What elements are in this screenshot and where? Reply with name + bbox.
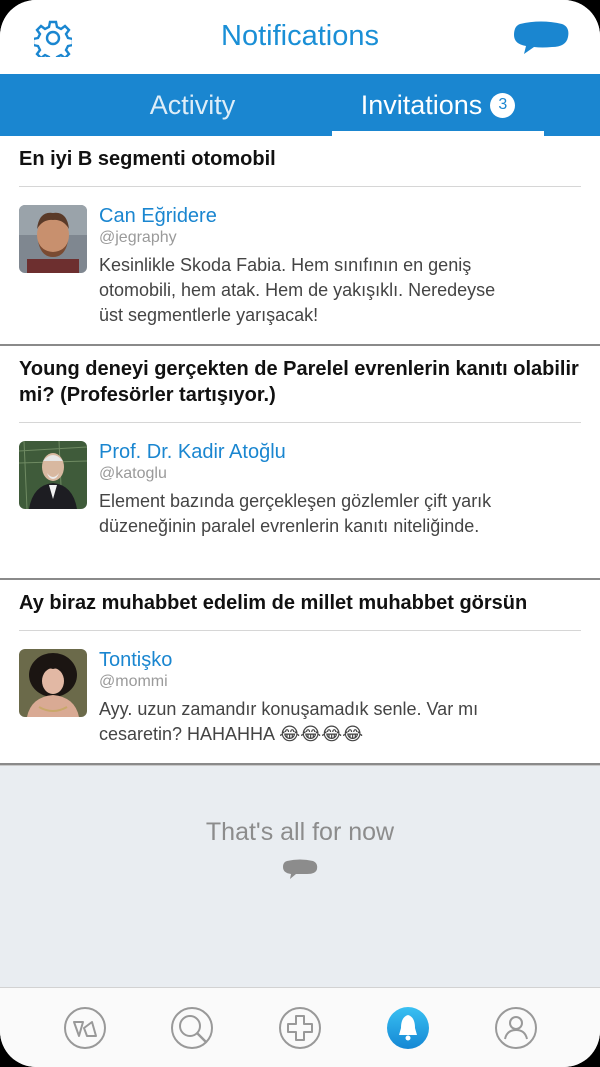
topic-title[interactable]: Young deneyi gerçekten de Parelel evrenl… (0, 346, 600, 422)
page-title: Notifications (221, 20, 379, 52)
tab-label: Activity (149, 89, 236, 120)
app-screen: Notifications Activity Invitations 3 En … (0, 0, 600, 1067)
chat-bubble-icon (282, 858, 318, 880)
avatar[interactable] (19, 441, 87, 509)
topic-card[interactable]: Ay biraz muhabbet edelim de millet muhab… (0, 580, 600, 765)
top-bar: Notifications (0, 0, 600, 74)
profile-icon[interactable] (494, 1006, 538, 1050)
author-handle[interactable]: @jegraphy (99, 229, 581, 247)
tab-bar: Activity Invitations 3 (0, 74, 600, 136)
end-message: That's all for now (205, 818, 395, 846)
post: Tontişko @mommi Ayy. uzun zamandır konuş… (0, 631, 600, 769)
topic-title[interactable]: Ay biraz muhabbet edelim de millet muhab… (0, 580, 600, 630)
author-handle[interactable]: @mommi (99, 673, 581, 691)
post-text: Kesinlikle Skoda Fabia. Hem sınıfının en… (99, 255, 496, 325)
end-of-feed: That's all for now (0, 765, 600, 987)
add-icon[interactable] (278, 1006, 322, 1050)
tab-activity[interactable]: Activity (50, 74, 335, 136)
author-name[interactable]: Prof. Dr. Kadir Atoğlu (99, 439, 581, 465)
topic-title[interactable]: En iyi B segmenti otomobil (0, 136, 600, 186)
post-text: Ayy. uzun zamandır konuşamadık senle. Va… (99, 699, 479, 744)
author-handle[interactable]: @katoglu (99, 465, 581, 483)
count-badge: 3 (490, 92, 516, 118)
topic-card[interactable]: En iyi B segmenti otomobil Can Eğridere … (0, 136, 600, 346)
search-icon[interactable] (170, 1006, 214, 1050)
topic-card[interactable]: Young deneyi gerçekten de Parelel evrenl… (0, 346, 600, 580)
tab-label: Invitations (360, 89, 483, 120)
author-name[interactable]: Tontişko (99, 647, 581, 673)
avatar[interactable] (19, 205, 87, 273)
post: Can Eğridere @jegraphy Kesinlikle Skoda … (0, 187, 600, 350)
author-name[interactable]: Can Eğridere (99, 203, 581, 229)
post-text: Element bazında gerçekleşen gözlemler çi… (99, 491, 492, 536)
notification-feed: En iyi B segmenti otomobil Can Eğridere … (0, 136, 600, 765)
home-icon[interactable] (63, 1006, 107, 1050)
chat-bubble-icon[interactable] (512, 20, 570, 56)
tab-invitations[interactable]: Invitations 3 (332, 74, 544, 136)
bottom-navigation (0, 987, 600, 1067)
avatar[interactable] (19, 649, 87, 717)
post: Prof. Dr. Kadir Atoğlu @katoglu Element … (0, 423, 600, 561)
notifications-icon[interactable] (386, 1006, 430, 1050)
